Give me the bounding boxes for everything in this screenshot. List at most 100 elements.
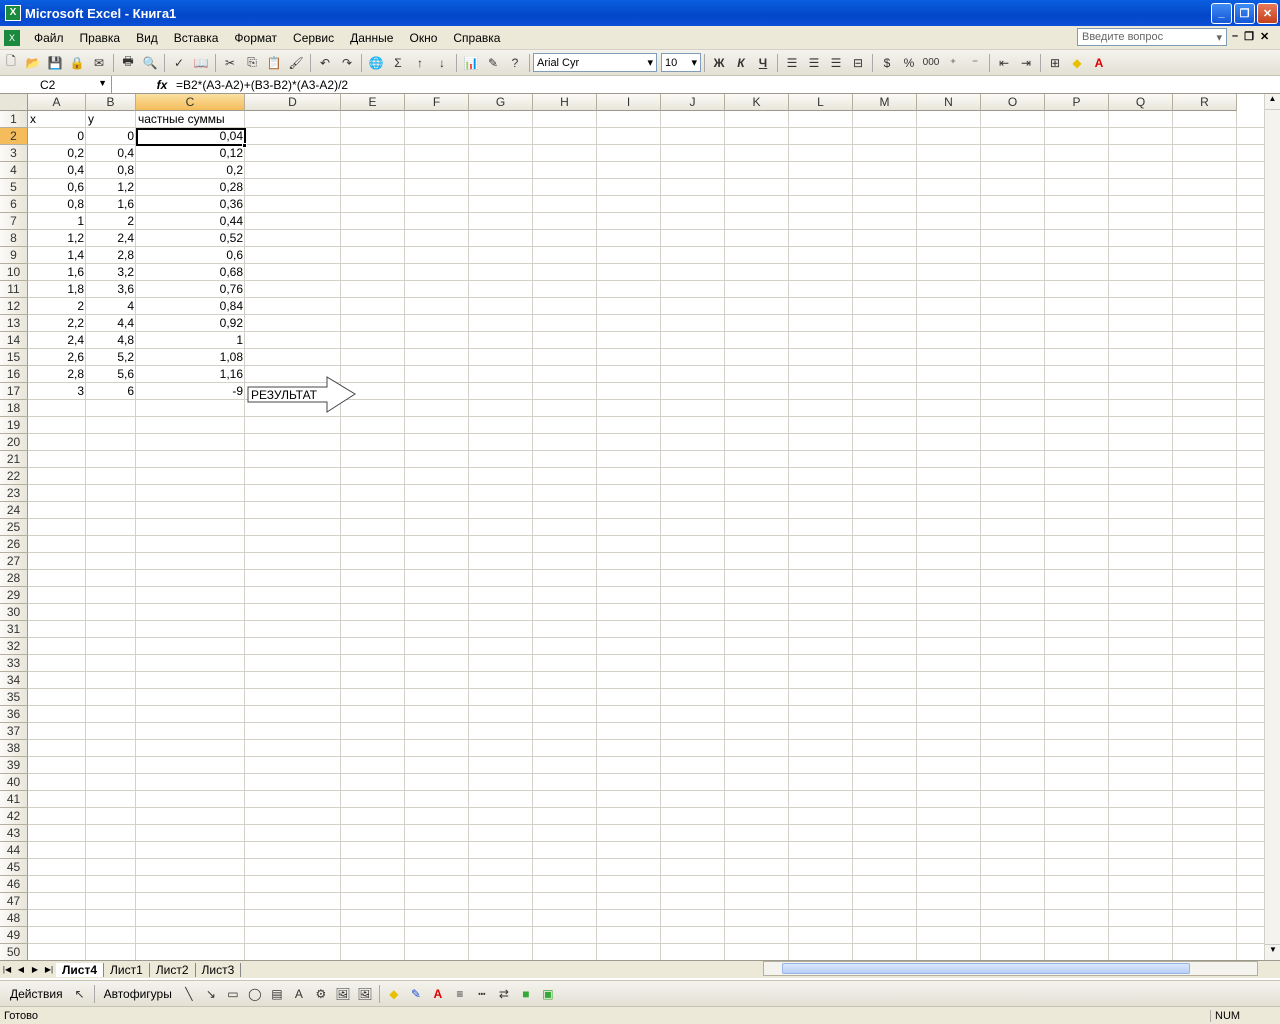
insert-function-icon[interactable]: fx: [152, 78, 172, 92]
row-header[interactable]: 49: [0, 927, 28, 944]
workbook-restore-icon[interactable]: ❐: [1244, 30, 1254, 43]
cell[interactable]: 4: [86, 298, 136, 315]
wordart-icon[interactable]: A: [289, 984, 309, 1004]
sort-descending-icon[interactable]: ↓: [432, 53, 452, 73]
cell[interactable]: 2: [86, 213, 136, 230]
cell[interactable]: 4,8: [86, 332, 136, 349]
workbook-minimize-icon[interactable]: –: [1232, 30, 1238, 43]
worksheet-grid[interactable]: A B C D E F G H I J K L M N O P Q R 1 2 3 4 5 6 7 8 9 10 11 12 13 14 15 1…: [0, 94, 1264, 960]
row-header[interactable]: 32: [0, 638, 28, 655]
row-header[interactable]: 1: [0, 111, 28, 128]
row-header[interactable]: 34: [0, 672, 28, 689]
cell[interactable]: 0: [86, 128, 136, 145]
row-header[interactable]: 6: [0, 196, 28, 213]
cell[interactable]: 0,92: [136, 315, 245, 332]
column-header[interactable]: A: [28, 94, 86, 111]
cell[interactable]: 1,08: [136, 349, 245, 366]
underline-button[interactable]: Ч: [753, 53, 773, 73]
line-icon[interactable]: ╲: [179, 984, 199, 1004]
cell[interactable]: 0,52: [136, 230, 245, 247]
cell[interactable]: 6: [86, 383, 136, 400]
align-right-icon[interactable]: ☰: [826, 53, 846, 73]
row-header[interactable]: 44: [0, 842, 28, 859]
cell[interactable]: 3: [28, 383, 86, 400]
print-icon[interactable]: 🖶: [118, 53, 138, 73]
row-header[interactable]: 4: [0, 162, 28, 179]
cell[interactable]: 1,6: [86, 196, 136, 213]
horizontal-scrollbar[interactable]: [763, 961, 1258, 976]
cell[interactable]: 0,8: [28, 196, 86, 213]
cell[interactable]: 1,2: [28, 230, 86, 247]
row-header[interactable]: 25: [0, 519, 28, 536]
column-header[interactable]: L: [789, 94, 853, 111]
horizontal-scroll-thumb[interactable]: [782, 963, 1190, 974]
help-icon[interactable]: ?: [505, 53, 525, 73]
row-header[interactable]: 40: [0, 774, 28, 791]
increase-decimal-icon[interactable]: ⁺: [943, 53, 963, 73]
cell[interactable]: 0,84: [136, 298, 245, 315]
fill-color-icon[interactable]: ◆: [384, 984, 404, 1004]
column-header[interactable]: P: [1045, 94, 1109, 111]
cell[interactable]: 0,36: [136, 196, 245, 213]
row-header[interactable]: 8: [0, 230, 28, 247]
cell[interactable]: 0,6: [136, 247, 245, 264]
thousands-button[interactable]: 000: [921, 53, 941, 73]
row-header[interactable]: 47: [0, 893, 28, 910]
borders-icon[interactable]: ⊞: [1045, 53, 1065, 73]
row-header[interactable]: 28: [0, 570, 28, 587]
help-search-input[interactable]: Введите вопрос ▾: [1077, 28, 1227, 46]
row-header[interactable]: 36: [0, 706, 28, 723]
row-header[interactable]: 2: [0, 128, 28, 145]
formula-input[interactable]: =B2*(A3-A2)+(B3-B2)*(A3-A2)/2: [172, 78, 348, 92]
column-header[interactable]: M: [853, 94, 917, 111]
row-header[interactable]: 35: [0, 689, 28, 706]
row-header[interactable]: 46: [0, 876, 28, 893]
sort-ascending-icon[interactable]: ↑: [410, 53, 430, 73]
paste-icon[interactable]: 📋: [264, 53, 284, 73]
row-header[interactable]: 42: [0, 808, 28, 825]
autoshapes-menu[interactable]: Автофигуры: [98, 987, 178, 1001]
row-header[interactable]: 15: [0, 349, 28, 366]
cell[interactable]: 0,12: [136, 145, 245, 162]
cell[interactable]: 0,44: [136, 213, 245, 230]
row-header[interactable]: 23: [0, 485, 28, 502]
italic-button[interactable]: К: [731, 53, 751, 73]
chevron-down-icon[interactable]: ▾: [1216, 31, 1222, 44]
row-header[interactable]: 10: [0, 264, 28, 281]
permission-icon[interactable]: 🔒: [67, 53, 87, 73]
cell[interactable]: 1: [136, 332, 245, 349]
shadow-icon[interactable]: ■: [516, 984, 536, 1004]
row-header[interactable]: 12: [0, 298, 28, 315]
cell[interactable]: 0,2: [28, 145, 86, 162]
row-header[interactable]: 50: [0, 944, 28, 960]
cell[interactable]: 1,2: [86, 179, 136, 196]
menu-view[interactable]: Вид: [128, 31, 166, 45]
menu-insert[interactable]: Вставка: [166, 31, 227, 45]
column-header[interactable]: C: [136, 94, 245, 111]
font-color-icon[interactable]: A: [1089, 53, 1109, 73]
cell[interactable]: 2: [28, 298, 86, 315]
line-color-icon[interactable]: ✎: [406, 984, 426, 1004]
tab-sheet4[interactable]: Лист4: [56, 962, 105, 977]
cell[interactable]: 3,6: [86, 281, 136, 298]
format-painter-icon[interactable]: 🖌: [286, 53, 306, 73]
row-header[interactable]: 11: [0, 281, 28, 298]
cell[interactable]: 0,8: [86, 162, 136, 179]
row-header[interactable]: 7: [0, 213, 28, 230]
row-header[interactable]: 37: [0, 723, 28, 740]
decrease-indent-icon[interactable]: ⇤: [994, 53, 1014, 73]
cell[interactable]: 0,4: [86, 145, 136, 162]
increase-indent-icon[interactable]: ⇥: [1016, 53, 1036, 73]
actions-menu[interactable]: Действия: [0, 987, 69, 1001]
menu-tools[interactable]: Сервис: [285, 31, 342, 45]
menu-window[interactable]: Окно: [401, 31, 445, 45]
minimize-button[interactable]: _: [1211, 2, 1232, 24]
close-button[interactable]: ✕: [1257, 2, 1278, 24]
row-header[interactable]: 41: [0, 791, 28, 808]
menu-format[interactable]: Формат: [226, 31, 285, 45]
row-header[interactable]: 26: [0, 536, 28, 553]
cell[interactable]: 1,16: [136, 366, 245, 383]
row-header[interactable]: 22: [0, 468, 28, 485]
email-icon[interactable]: ✉: [89, 53, 109, 73]
row-header[interactable]: 48: [0, 910, 28, 927]
